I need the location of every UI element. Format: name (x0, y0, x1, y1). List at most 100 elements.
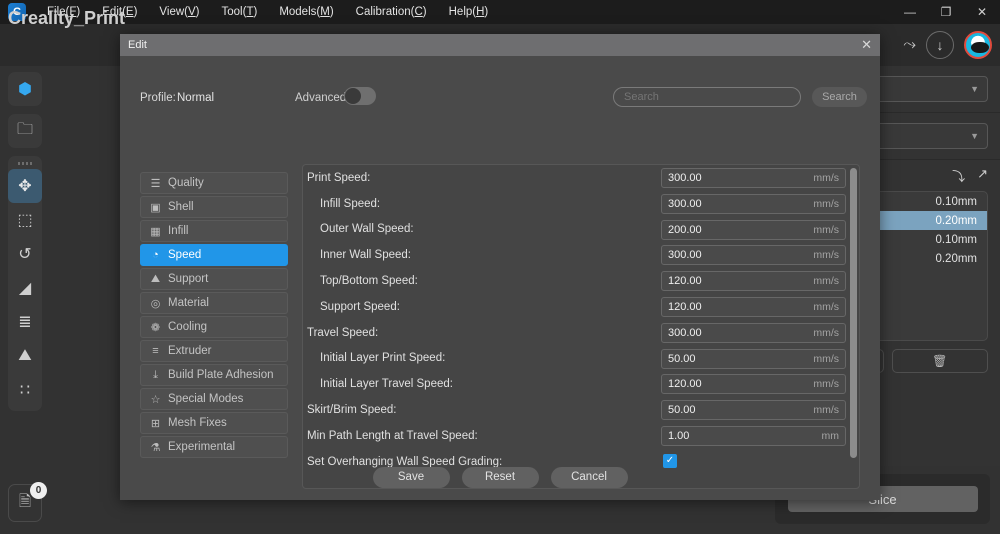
setting-label: Support Speed: (320, 300, 400, 313)
title-bar-actions: ⤳ ↓ (903, 24, 992, 66)
advanced-toggle[interactable] (344, 87, 376, 105)
menu-item-models[interactable]: Models(M) (268, 0, 344, 24)
category-build-plate-adhesion[interactable]: ⤓ Build Plate Adhesion (140, 364, 288, 386)
category-special-modes[interactable]: ☆ Special Modes (140, 388, 288, 410)
setting-input[interactable]: 1.00 mm (661, 425, 846, 446)
setting-row: Initial Layer Print Speed: 50.00 mm/s (303, 346, 859, 372)
category-label: Extruder (168, 345, 212, 357)
save-button[interactable]: Save (372, 466, 450, 488)
setting-input[interactable]: 300.00 mm/s (661, 322, 846, 343)
avatar[interactable] (964, 31, 992, 59)
mesh-fixes-icon: ⊞ (150, 417, 161, 430)
setting-input[interactable]: 50.00 mm/s (661, 348, 846, 369)
share-icon[interactable]: ⤳ (903, 36, 916, 54)
list-item-value: 0.20mm (935, 214, 977, 227)
export-icon[interactable]: ↗ (977, 166, 988, 185)
setting-value: 1.00 (668, 429, 690, 442)
settings-rows: Print Speed: 300.00 mm/s Infill Speed: 300.0… (303, 165, 859, 475)
setting-row: Support Speed: 120.00 mm/s (303, 294, 859, 320)
setting-unit: mm/s (813, 223, 839, 236)
setting-input[interactable]: 300.00 mm/s (661, 168, 846, 188)
category-label: Speed (168, 249, 202, 261)
category-shell[interactable]: ▣ Shell (140, 196, 288, 218)
drag-handle[interactable] (18, 162, 32, 165)
setting-input[interactable]: 50.00 mm/s (661, 400, 846, 421)
category-label: Infill (168, 225, 189, 237)
setting-label: Min Path Length at Travel Speed: (307, 429, 478, 442)
edit-dialog: Edit ✕ Profile: Normal Advanced Search ☰… (120, 34, 880, 500)
import-icon[interactable]: ⤵ (952, 166, 965, 185)
chevron-down-icon: ▼ (970, 131, 979, 141)
category-material[interactable]: ◎ Material (140, 292, 288, 314)
delete-config-button[interactable]: 🗑 (891, 349, 988, 373)
setting-unit: mm/s (813, 197, 839, 210)
rotate-tool[interactable]: ↺ (8, 237, 42, 271)
dialog-title: Edit (128, 39, 147, 51)
category-mesh-fixes[interactable]: ⊞ Mesh Fixes (140, 412, 288, 434)
setting-row: Initial Layer Travel Speed: 120.00 mm/s (303, 371, 859, 397)
add-model-button[interactable]: ⬢ (8, 72, 42, 106)
category-quality[interactable]: ☰ Quality (140, 172, 288, 194)
download-icon[interactable]: ↓ (926, 31, 954, 59)
search-input[interactable] (613, 87, 801, 107)
open-folder-button[interactable]: 🗀 (8, 114, 42, 148)
setting-unit: mm/s (813, 352, 839, 365)
move-tool[interactable]: ✥ (8, 169, 42, 203)
window-controls: — ❐ ✕ (892, 0, 1000, 24)
setting-input[interactable]: 120.00 mm/s (661, 271, 846, 292)
settings-scrollbar[interactable] (850, 168, 857, 458)
menu-item-tool[interactable]: Tool(T) (211, 0, 269, 24)
setting-row: Outer Wall Speed: 200.00 mm/s (303, 217, 859, 243)
setting-label: Initial Layer Travel Speed: (320, 378, 453, 391)
close-icon[interactable]: ✕ (861, 37, 872, 53)
reset-button[interactable]: Reset (461, 466, 539, 488)
category-list: ☰ Quality ▣ Shell ▦ Infill ◔ Speed ⛰ Support ◎ Mate… (140, 172, 288, 460)
setting-input[interactable]: 120.00 mm/s (661, 296, 846, 317)
setting-value: 50.00 (668, 352, 696, 365)
minimize-icon[interactable]: — (892, 0, 928, 24)
cancel-button[interactable]: Cancel (550, 466, 628, 488)
maximize-icon[interactable]: ❐ (928, 0, 964, 24)
menu-item-help[interactable]: Help(H) (438, 0, 500, 24)
dialog-toolbar: Profile: Normal Advanced Search (120, 56, 880, 124)
category-label: Experimental (168, 441, 236, 453)
setting-unit: mm/s (813, 378, 839, 391)
menu-item-view[interactable]: View(V) (148, 0, 210, 24)
setting-value: 50.00 (668, 404, 696, 417)
support-painting-tool[interactable]: ⛰ (8, 339, 42, 373)
category-support[interactable]: ⛰ Support (140, 268, 288, 290)
category-label: Special Modes (168, 393, 244, 405)
application-window: C File(F) Edit(E) View(V) Tool(T) Models(M) C… (0, 0, 1000, 534)
dialog-body: ☰ Quality ▣ Shell ▦ Infill ◔ Speed ⛰ Support ◎ Mate… (120, 124, 880, 489)
dialog-footer: Save Reset Cancel (120, 454, 880, 500)
category-speed[interactable]: ◔ Speed (140, 244, 288, 266)
setting-input[interactable]: 300.00 mm/s (661, 193, 846, 214)
search-button[interactable]: Search (812, 87, 867, 107)
scale-tool[interactable]: ⬚ (8, 203, 42, 237)
build-plate-adhesion-icon: ⤓ (153, 368, 158, 381)
category-label: Material (168, 297, 209, 309)
place-on-face-tool[interactable]: ◢ (8, 271, 42, 305)
arrange-tool[interactable]: ∷ (8, 373, 42, 407)
close-icon[interactable]: ✕ (964, 0, 1000, 24)
left-toolbar-items: ✥ ⬚ ↺ ◢ ≣ ⛰ ∷ (8, 169, 42, 407)
per-model-settings-tool[interactable]: ≣ (8, 305, 42, 339)
setting-input[interactable]: 300.00 mm/s (661, 245, 846, 266)
category-label: Build Plate Adhesion (168, 369, 274, 381)
file-count-badge: 0 (30, 482, 47, 499)
category-label: Support (168, 273, 209, 285)
setting-input[interactable]: 120.00 mm/s (661, 374, 846, 395)
setting-unit: mm/s (813, 326, 839, 339)
dialog-title-bar: Edit ✕ (120, 34, 880, 56)
menu-item-calibration[interactable]: Calibration(C) (345, 0, 438, 24)
profile-label: Profile: (140, 92, 176, 104)
experimental-icon: ⚗ (150, 441, 161, 454)
category-cooling[interactable]: ❁ Cooling (140, 316, 288, 338)
category-extruder[interactable]: ≡ Extruder (140, 340, 288, 362)
setting-input[interactable]: 200.00 mm/s (661, 219, 846, 240)
setting-label: Inner Wall Speed: (320, 249, 411, 262)
material-icon: ◎ (150, 297, 161, 310)
category-infill[interactable]: ▦ Infill (140, 220, 288, 242)
infill-icon: ▦ (150, 225, 161, 238)
left-toolbar: ⬢ 🗀 ✥ ⬚ ↺ ◢ ≣ ⛰ ∷ (8, 72, 42, 411)
